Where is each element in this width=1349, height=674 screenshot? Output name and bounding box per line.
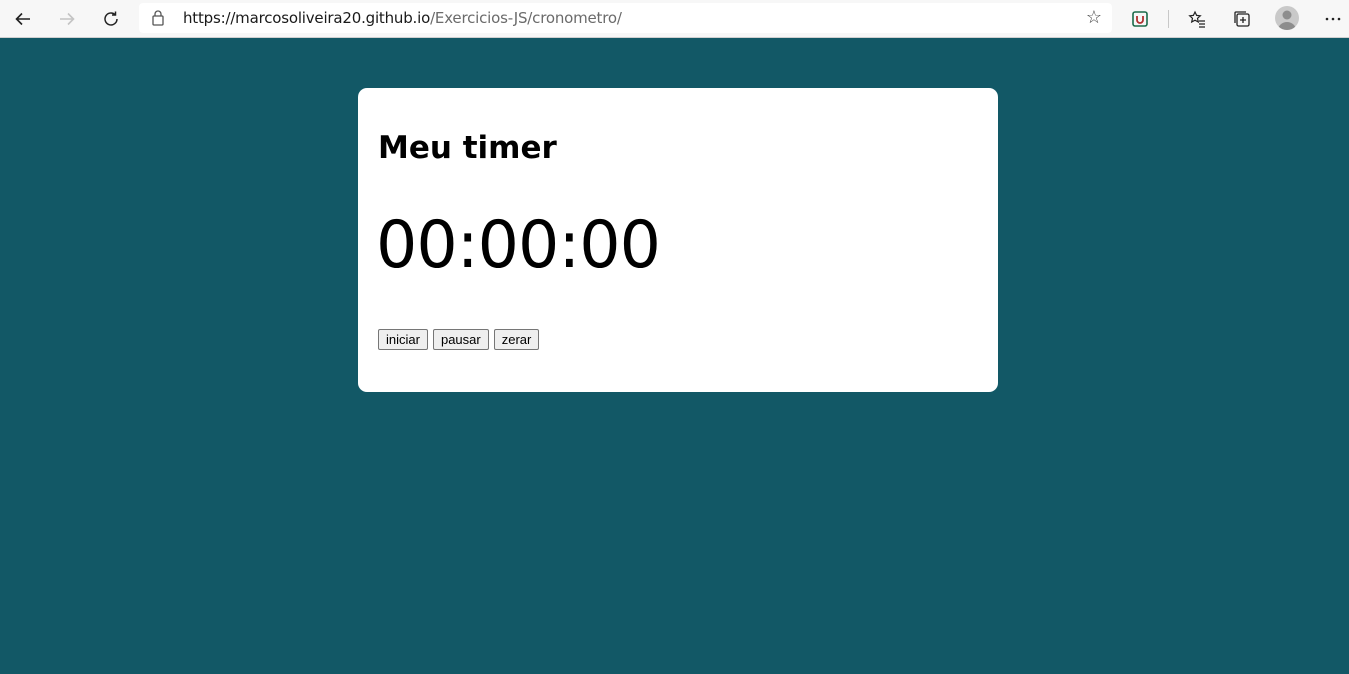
page-title: Meu timer	[378, 130, 557, 166]
forward-icon[interactable]	[52, 4, 82, 34]
extension-icon[interactable]	[1125, 4, 1155, 34]
refresh-icon[interactable]	[96, 4, 126, 34]
favorites-icon[interactable]	[1182, 4, 1212, 34]
url-host: https://marcosoliveira20.github.io	[183, 9, 431, 27]
timer-controls: iniciar pausar zerar	[378, 329, 540, 350]
address-bar[interactable]: https://marcosoliveira20.github.io/Exerc…	[139, 3, 1112, 33]
back-icon[interactable]	[8, 4, 38, 34]
more-icon[interactable]	[1318, 4, 1348, 34]
lock-icon	[151, 9, 165, 31]
reset-button[interactable]: zerar	[493, 329, 540, 350]
favorite-star-icon[interactable]: ☆	[1086, 7, 1102, 28]
timer-display: 00:00:00	[376, 208, 661, 283]
collections-icon[interactable]	[1227, 4, 1257, 34]
url-text[interactable]: https://marcosoliveira20.github.io/Exerc…	[183, 9, 622, 27]
pause-button[interactable]: pausar	[432, 329, 489, 350]
start-button[interactable]: iniciar	[378, 329, 428, 350]
profile-icon[interactable]	[1275, 6, 1299, 30]
timer-card: Meu timer 00:00:00 iniciar pausar zerar	[358, 88, 998, 392]
browser-toolbar: https://marcosoliveira20.github.io/Exerc…	[0, 0, 1349, 38]
url-path: /Exercicios-JS/cronometro/	[430, 9, 622, 27]
toolbar-separator	[1168, 10, 1169, 28]
